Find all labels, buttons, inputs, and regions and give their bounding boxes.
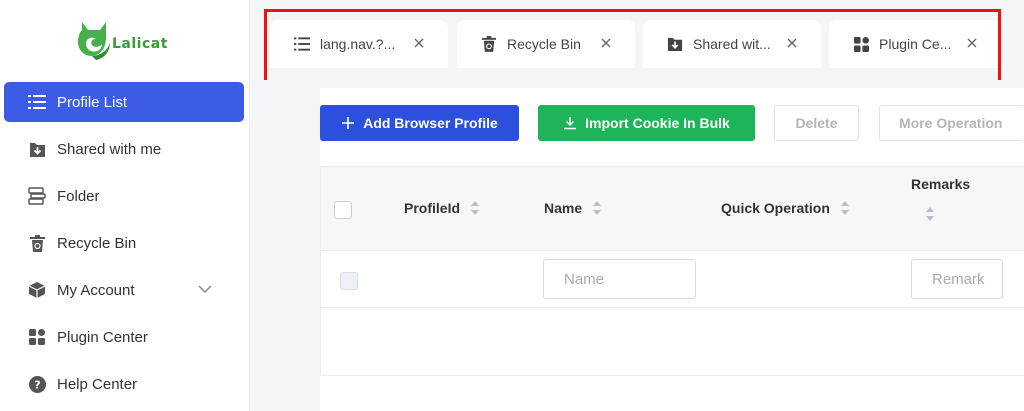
sidebar-item-label: My Account (57, 281, 135, 299)
tab-label: Shared wit... (693, 36, 771, 52)
tab-shared-with-me[interactable]: Shared wit... (643, 20, 821, 68)
column-header-label: Quick Operation (721, 200, 830, 216)
lalicat-logo-icon (78, 22, 110, 60)
add-browser-profile-label: Add Browser Profile (363, 115, 498, 131)
delete-button[interactable]: Delete (774, 105, 859, 141)
sort-icon[interactable] (840, 200, 850, 216)
cube-icon (28, 281, 46, 299)
tab-profile-list[interactable]: lang.nav.?... (270, 20, 448, 68)
close-icon[interactable] (412, 36, 426, 50)
sidebar-item-my-account[interactable]: My Account (4, 270, 244, 310)
sidebar-item-folder[interactable]: Folder (4, 176, 244, 216)
trash-icon (28, 234, 46, 252)
column-header-quick-operation[interactable]: Quick Operation (721, 200, 850, 216)
tab-label: Plugin Ce... (879, 36, 952, 52)
sidebar-nav: Profile List Shared with me Folder Recyc… (0, 82, 250, 411)
name-filter-input[interactable]: Name (543, 259, 696, 299)
download-icon (564, 117, 577, 130)
name-filter-placeholder: Name (564, 270, 605, 288)
brand-logo: Lalicat (72, 16, 168, 62)
folder-icon (28, 187, 46, 205)
trash-icon (481, 36, 497, 52)
column-header-profileid[interactable]: ProfileId (404, 200, 480, 216)
more-operation-label: More Operation (899, 115, 1003, 131)
sidebar-item-plugin-center[interactable]: Plugin Center (4, 317, 244, 357)
question-icon: ? (28, 375, 46, 393)
sidebar-item-label: Plugin Center (57, 328, 148, 346)
tab-label: Recycle Bin (507, 36, 581, 52)
sort-icon[interactable] (925, 206, 935, 222)
column-header-label: ProfileId (404, 200, 461, 216)
sidebar: Lalicat Profile List Shared with me Fold… (0, 0, 250, 411)
app-window: Lalicat Profile List Shared with me Fold… (0, 0, 1024, 411)
table-header: ProfileId Name Quick Operation Remarks (321, 167, 1024, 251)
column-header-label: Remarks (911, 176, 971, 192)
sidebar-item-recycle-bin[interactable]: Recycle Bin (4, 223, 244, 263)
chevron-down-icon[interactable] (198, 282, 212, 296)
close-icon[interactable] (599, 36, 613, 50)
remark-filter-input[interactable]: Remark (911, 259, 1003, 299)
list-icon (294, 36, 310, 52)
more-operation-dropdown[interactable]: More Operation (879, 105, 1024, 141)
tab-recycle-bin[interactable]: Recycle Bin (457, 20, 635, 68)
remark-filter-placeholder: Remark (932, 270, 985, 288)
list-icon (28, 93, 46, 111)
add-browser-profile-button[interactable]: Add Browser Profile (320, 105, 519, 141)
sidebar-item-label: Profile List (57, 93, 128, 111)
table-filter-row: Name Remark (321, 251, 1024, 308)
sort-icon[interactable] (470, 200, 480, 216)
tab-plugin-center[interactable]: Plugin Ce... (829, 20, 1001, 68)
grid-icon (853, 36, 869, 52)
download-box-icon (667, 36, 683, 52)
sidebar-item-label: Shared with me (57, 140, 162, 158)
delete-label: Delete (795, 115, 838, 131)
sidebar-item-label: Folder (57, 187, 100, 205)
tab-label: lang.nav.?... (320, 36, 396, 52)
sidebar-item-shared-with-me[interactable]: Shared with me (4, 129, 244, 169)
sidebar-item-help-center[interactable]: ? Help Center (4, 364, 244, 404)
brand-name: Lalicat (112, 36, 168, 52)
import-cookie-button[interactable]: Import Cookie In Bulk (538, 105, 755, 141)
sort-icon[interactable] (592, 200, 602, 216)
svg-text:?: ? (34, 378, 40, 391)
close-icon[interactable] (785, 36, 799, 50)
profile-table: ProfileId Name Quick Operation Remarks N… (320, 166, 1024, 376)
sidebar-item-label: Help Center (57, 375, 138, 393)
column-header-remarks[interactable]: Remarks (911, 176, 970, 222)
column-header-name[interactable]: Name (544, 200, 602, 216)
select-all-checkbox[interactable] (334, 201, 352, 219)
column-header-label: Name (544, 200, 583, 216)
sidebar-item-profile-list[interactable]: Profile List (4, 82, 244, 122)
sidebar-item-label: Recycle Bin (57, 234, 137, 252)
download-box-icon (28, 140, 46, 158)
import-cookie-label: Import Cookie In Bulk (585, 115, 730, 131)
row-checkbox (340, 272, 358, 290)
grid-icon (28, 328, 46, 346)
plus-icon (342, 117, 355, 129)
close-icon[interactable] (965, 36, 979, 50)
